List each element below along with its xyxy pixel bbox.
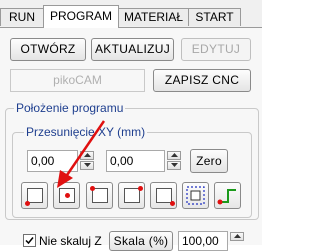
scale-input[interactable]: 100,00 [178,231,228,251]
arrow-up-icon [234,234,241,238]
scale-button[interactable]: Skala (%) [109,231,173,251]
scale-up-button[interactable] [230,232,244,241]
checkmark-icon [25,237,34,245]
tab-program[interactable]: PROGRAM [43,5,119,28]
scale-value: 100,00 [182,234,219,248]
no-scale-z-checkbox[interactable] [23,234,36,247]
tab-program-label: PROGRAM [49,9,112,23]
annotation-arrow-icon [57,120,106,188]
no-scale-z-label: Nie skaluj Z [39,234,102,248]
